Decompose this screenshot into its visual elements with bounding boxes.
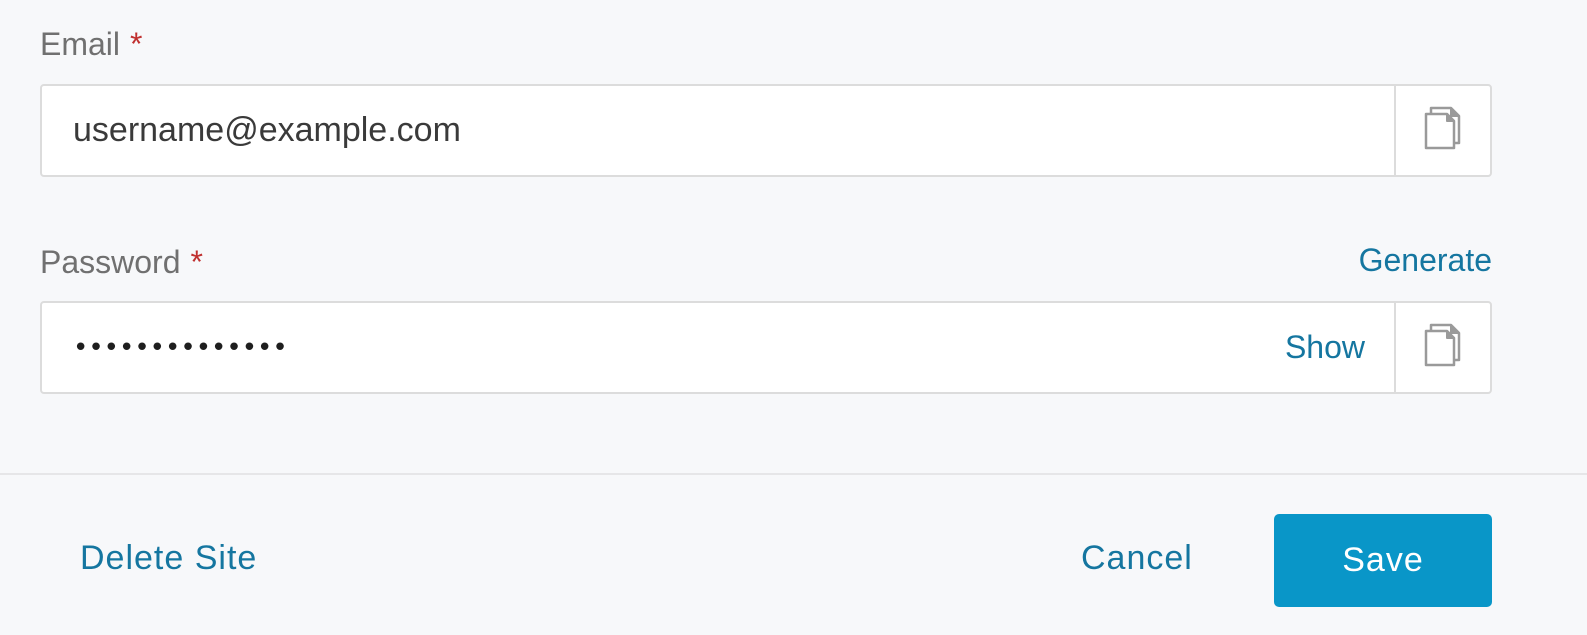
cancel-button[interactable]: Cancel — [1081, 541, 1193, 575]
email-label-text: Email — [40, 26, 121, 62]
required-marker: * — [190, 244, 203, 280]
generate-password-link[interactable]: Generate — [1359, 244, 1492, 276]
footer-divider — [0, 473, 1587, 475]
save-button[interactable]: Save — [1274, 514, 1492, 607]
copy-email-button[interactable] — [1394, 86, 1490, 175]
password-value[interactable]: •••••••••••••• — [42, 333, 1285, 363]
password-label: Password * — [40, 246, 203, 278]
email-field[interactable]: username@example.com — [40, 84, 1492, 177]
copy-icon — [1423, 322, 1463, 373]
copy-icon — [1423, 105, 1463, 156]
delete-site-button[interactable]: Delete Site — [80, 541, 257, 575]
show-password-button[interactable]: Show — [1285, 329, 1394, 366]
password-label-text: Password — [40, 244, 181, 280]
email-value[interactable]: username@example.com — [42, 111, 1394, 150]
copy-password-button[interactable] — [1394, 303, 1490, 392]
save-button-label: Save — [1342, 541, 1424, 579]
required-marker: * — [130, 26, 143, 62]
password-field[interactable]: •••••••••••••• Show — [40, 301, 1492, 394]
email-label: Email * — [40, 28, 142, 60]
